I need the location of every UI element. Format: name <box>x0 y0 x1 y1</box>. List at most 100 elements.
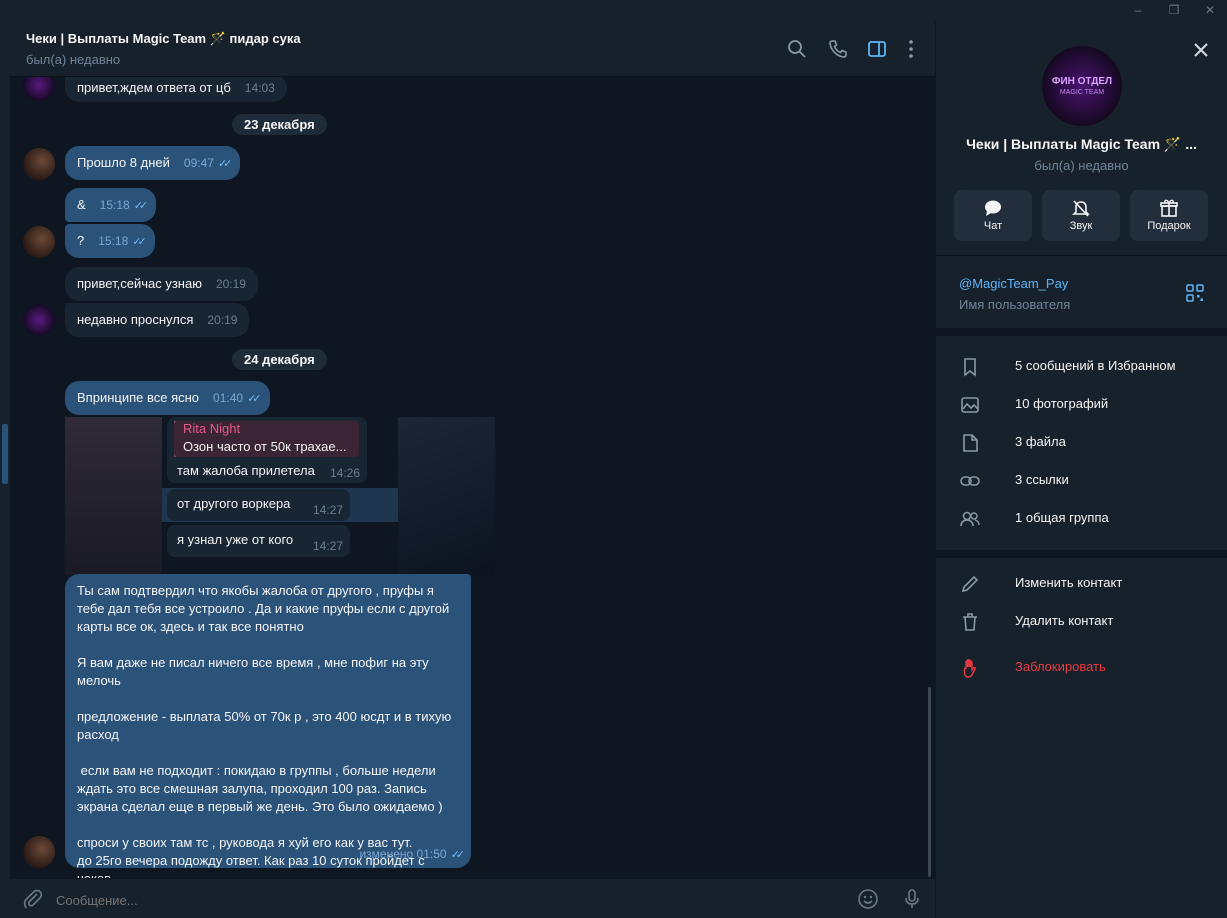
chat-bubble-icon <box>985 200 1001 216</box>
sidebar-toggle-icon[interactable] <box>866 38 888 60</box>
message-input[interactable] <box>54 887 828 913</box>
gift-icon <box>1160 199 1178 217</box>
qr-code-icon[interactable] <box>1186 284 1204 302</box>
message-time: 20:19 <box>215 277 246 291</box>
scrollbar-thumb[interactable] <box>928 687 931 877</box>
groups-label: 1 общая группа <box>1015 510 1109 525</box>
image-chat-area: Rita Night Озон часто от 50к трахае... т… <box>162 417 398 575</box>
links-row[interactable]: 3 ссылки <box>936 463 1227 499</box>
long-message-bubble[interactable]: Ты сам подтвердил что якобы жалоба от др… <box>65 574 471 878</box>
user-avatar[interactable] <box>23 836 55 868</box>
message-bubble[interactable]: & 15:18 ✓✓ <box>65 188 157 222</box>
bookmark-icon <box>964 358 976 377</box>
section-separator <box>936 328 1227 336</box>
message-time: 01:40 <box>213 391 244 405</box>
message-text: привет,ждем ответа от цб <box>77 80 231 95</box>
message-time: изменено 01:50 <box>359 847 447 861</box>
user-avatar[interactable] <box>23 226 55 258</box>
sound-action-button[interactable]: Звук <box>1042 190 1120 241</box>
profile-status: был(а) недавно <box>1034 158 1129 173</box>
sound-action-label: Звук <box>1069 220 1093 232</box>
message-time: 14:03 <box>244 81 275 95</box>
search-icon[interactable] <box>786 38 808 60</box>
date-separator: 24 декабря <box>232 349 327 370</box>
message-text: ? <box>77 233 85 248</box>
gift-action-button[interactable]: Подарок <box>1130 190 1208 241</box>
files-label: 3 файла <box>1015 434 1066 449</box>
groups-row[interactable]: 1 общая группа <box>936 501 1227 537</box>
message-time: 14:27 <box>313 503 344 517</box>
message-time: 20:19 <box>207 313 238 327</box>
read-checks-icon: ✓✓ <box>133 200 149 212</box>
edit-contact-label: Изменить контакт <box>1015 575 1123 590</box>
message-paragraph: если вам не подходит : покидаю в группы … <box>77 763 443 814</box>
phone-icon[interactable] <box>827 38 849 60</box>
photos-label: 10 фотографий <box>1015 396 1109 411</box>
hand-block-icon <box>963 659 976 678</box>
message-bubble[interactable]: привет,ждем ответа от цб 14:03 <box>65 77 287 102</box>
delete-contact-row[interactable]: Удалить контакт <box>936 604 1227 640</box>
section-separator <box>936 550 1227 558</box>
minimize-icon[interactable]: – <box>1128 3 1148 17</box>
contact-avatar[interactable] <box>23 304 55 336</box>
bell-muted-icon <box>1072 200 1090 217</box>
edit-contact-row[interactable]: Изменить контакт <box>936 566 1227 602</box>
reply-text: Озон часто от 50к трахае... <box>183 439 347 454</box>
message-bubble[interactable]: привет,сейчас узнаю 20:19 <box>65 267 258 301</box>
link-icon <box>960 476 980 486</box>
message-bubble[interactable]: Прошло 8 дней 09:47 ✓✓ <box>65 146 241 180</box>
message-time-row: изменено 01:50 ✓✓ <box>359 845 466 864</box>
window-close-icon[interactable]: ✕ <box>1200 3 1220 17</box>
message-list[interactable]: привет,ждем ответа от цб 14:03 23 декабря… <box>10 77 925 878</box>
quoted-message: Rita Night Озон часто от 50к трахае... т… <box>167 417 367 483</box>
message-paragraph: Ты сам подтвердил что якобы жалоба от др… <box>77 583 450 634</box>
users-icon <box>960 511 980 527</box>
microphone-icon[interactable] <box>901 888 923 910</box>
read-checks-icon: ✓✓ <box>217 158 233 170</box>
message-paragraph: Я вам даже не писал ничего все время , м… <box>77 655 429 688</box>
profile-avatar[interactable]: ФИН ОТДЕЛ MAGIC TEAM <box>1042 46 1122 126</box>
read-checks-icon: ✓✓ <box>450 849 466 861</box>
message-time: 14:26 <box>330 466 361 480</box>
message-paragraph: предложение - выплата 50% от 70к р , это… <box>77 709 452 742</box>
message-time: 15:18 <box>98 234 129 248</box>
username-caption: Имя пользователя <box>959 297 1071 312</box>
message-bubble[interactable]: ? 15:18 ✓✓ <box>65 224 155 258</box>
message-bubble[interactable]: Впринципе все ясно 01:40 ✓✓ <box>65 381 270 415</box>
contact-avatar[interactable] <box>23 77 55 101</box>
message-bubble: от другого воркера 14:27 <box>167 489 350 521</box>
composer <box>10 879 935 918</box>
attach-icon[interactable] <box>22 888 44 910</box>
emoji-icon[interactable] <box>857 888 879 910</box>
chat-status: был(а) недавно <box>26 52 121 67</box>
chat-action-button[interactable]: Чат <box>954 190 1032 241</box>
photos-row[interactable]: 10 фотографий <box>936 387 1227 423</box>
file-icon <box>963 434 978 452</box>
message-time: 09:47 <box>183 156 214 170</box>
block-row[interactable]: Заблокировать <box>936 650 1227 686</box>
message-time: 15:18 <box>99 198 130 212</box>
message-bubble[interactable]: недавно проснулся 20:19 <box>65 303 250 337</box>
message-text: я узнал уже от кого <box>177 532 294 547</box>
message-text: там жалоба прилетела <box>177 463 315 478</box>
photo-icon <box>961 397 979 413</box>
chat-header[interactable]: Чеки | Выплаты Magic Team 🪄 пидар сука б… <box>10 22 935 77</box>
files-row[interactable]: 3 файла <box>936 425 1227 461</box>
close-icon[interactable] <box>1191 40 1211 60</box>
restore-icon[interactable]: ❐ <box>1164 3 1184 17</box>
message-text: Впринципе все ясно <box>77 390 200 405</box>
message-text: от другого воркера <box>177 496 291 511</box>
logo-text: ФИН ОТДЕЛ <box>1051 76 1113 87</box>
message-scrollbar[interactable] <box>928 77 931 878</box>
trash-icon <box>963 613 977 631</box>
reply-author: Rita Night <box>183 421 241 436</box>
screenshot-image[interactable]: Rita Night Озон часто от 50к трахае... т… <box>65 417 495 575</box>
chat-action-label: Чат <box>983 220 1003 232</box>
date-separator: 23 декабря <box>232 114 327 135</box>
more-icon[interactable] <box>900 38 922 60</box>
chat-title[interactable]: Чеки | Выплаты Magic Team 🪄 пидар сука <box>26 31 301 47</box>
saved-messages-row[interactable]: 5 сообщений в Избранном <box>936 349 1227 385</box>
username-link[interactable]: @MagicTeam_Pay <box>959 276 1068 291</box>
message-bubble: я узнал уже от кого 14:27 <box>167 525 350 557</box>
user-avatar[interactable] <box>23 148 55 180</box>
